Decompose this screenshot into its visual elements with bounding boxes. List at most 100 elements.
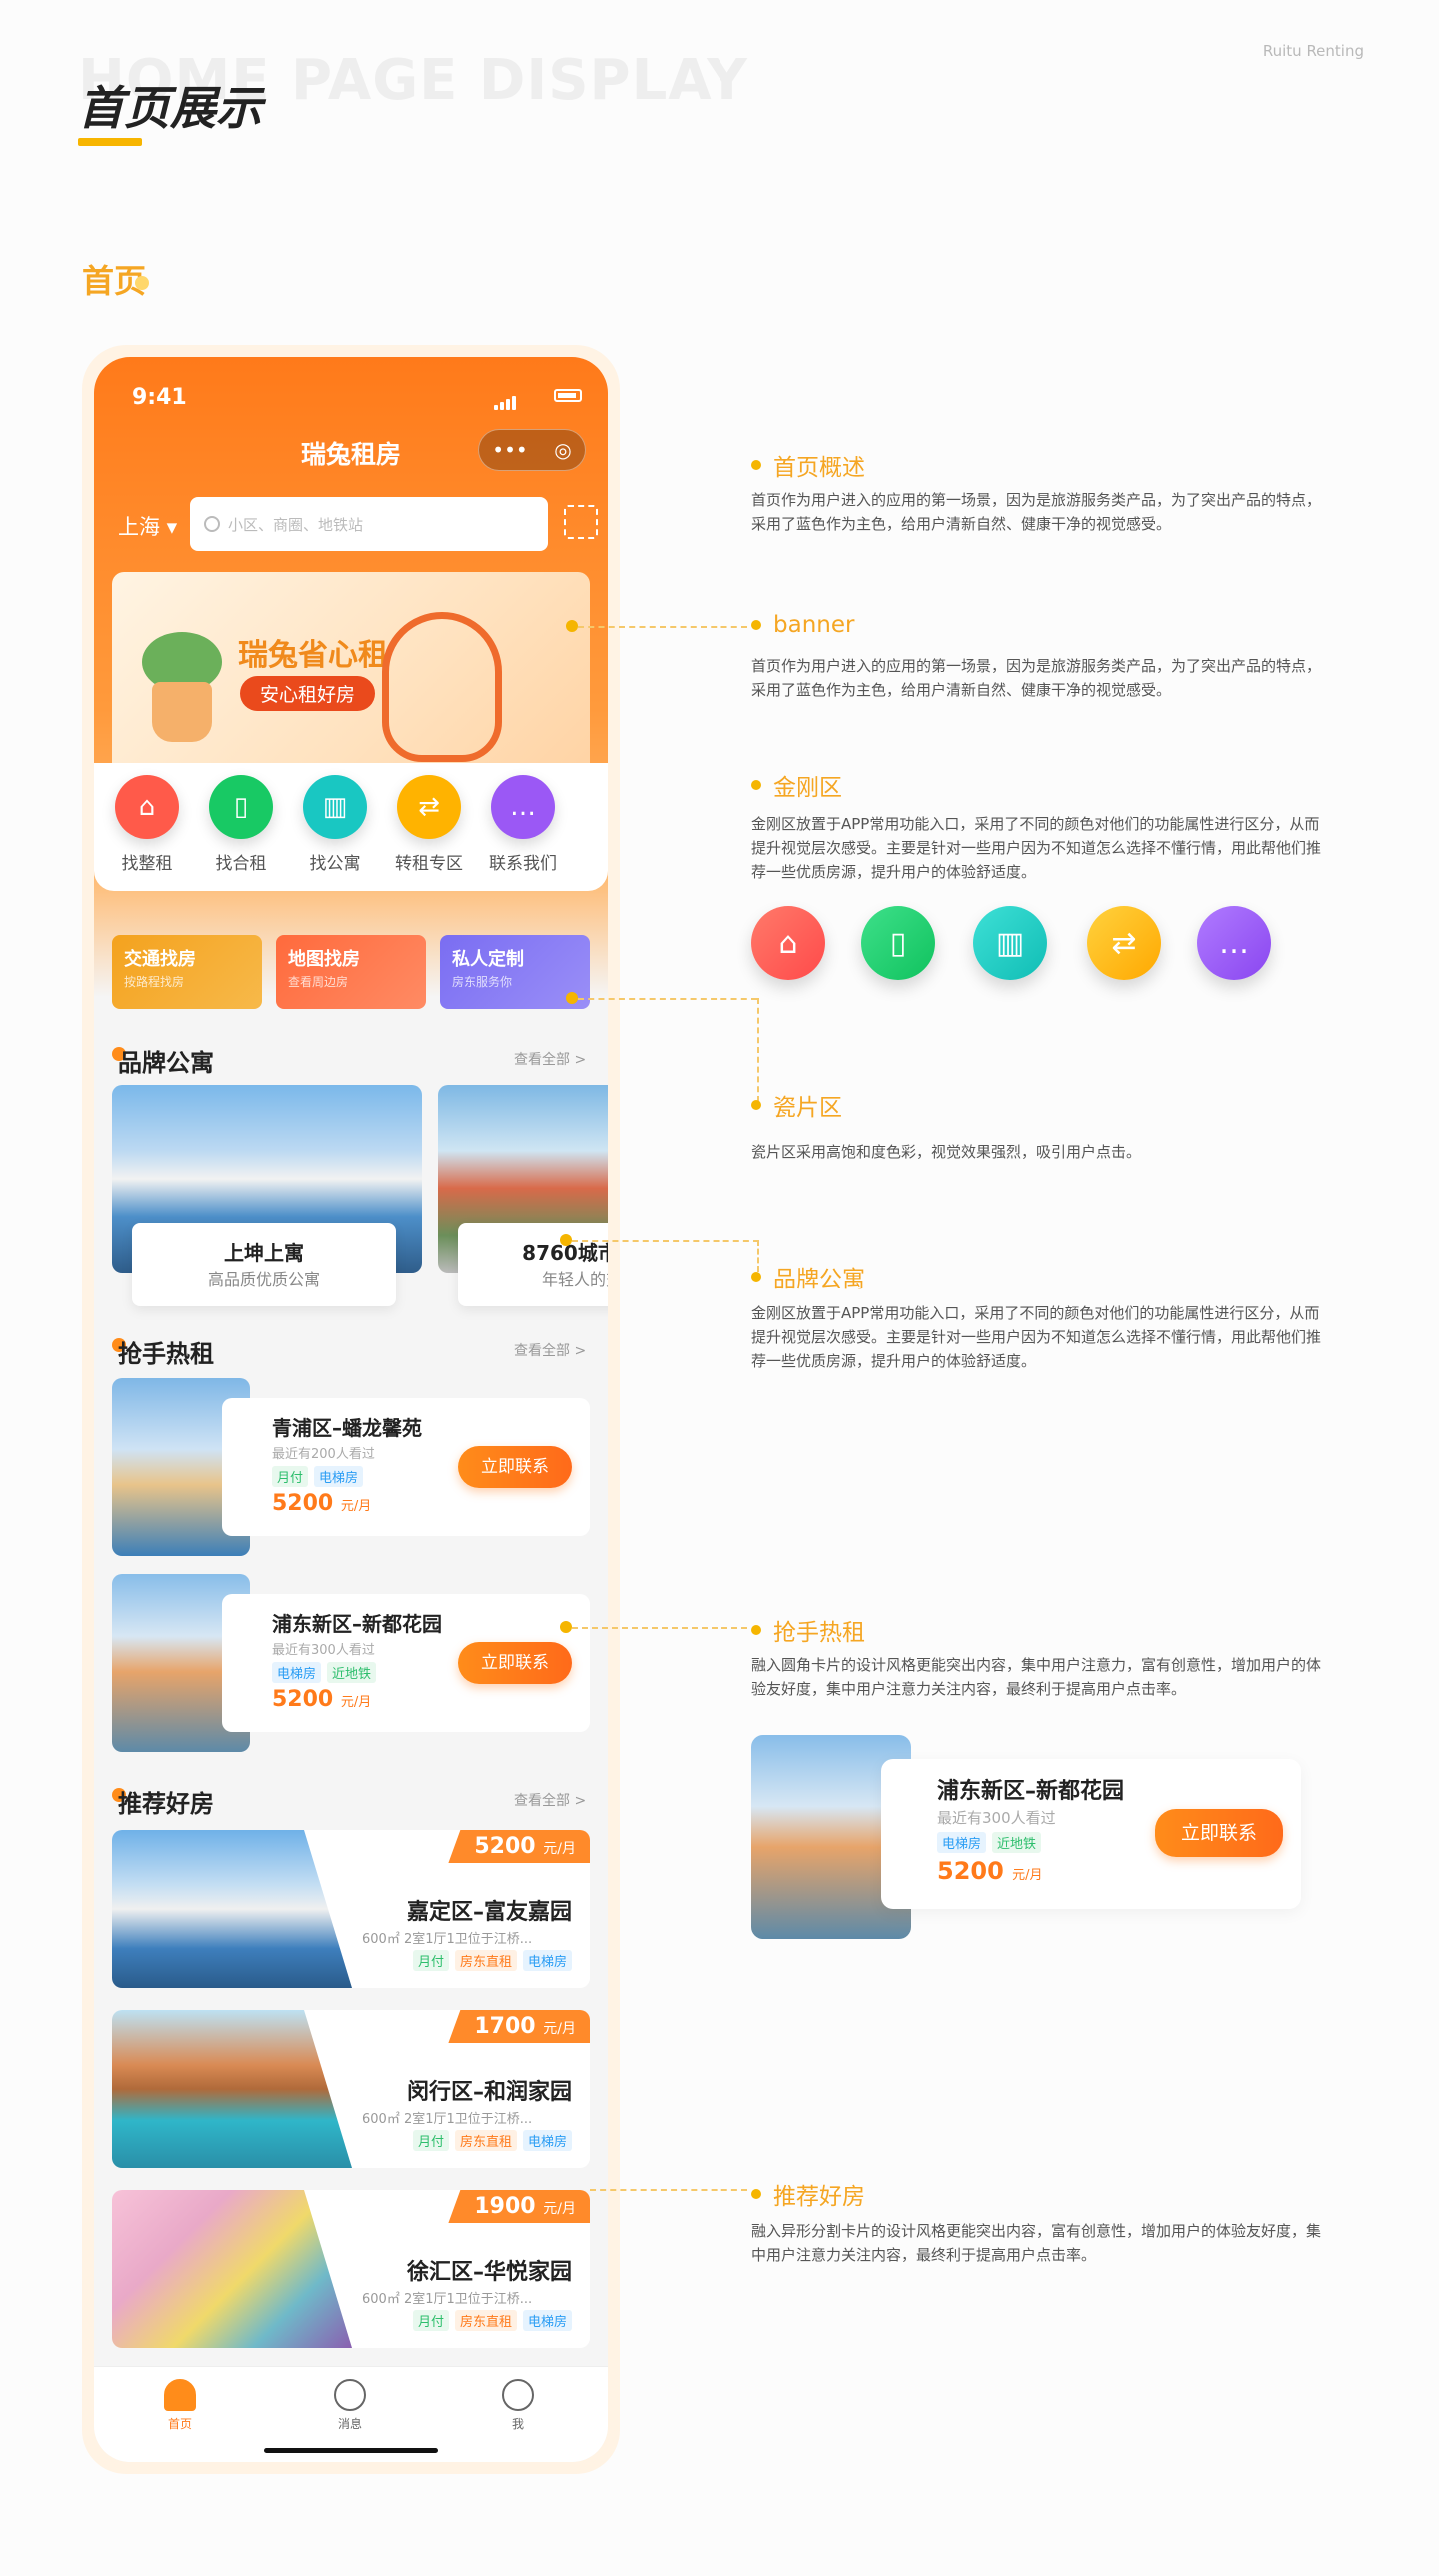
hot-see-all-link[interactable]: 查看全部 > [514,1340,586,1360]
title-underline [78,138,142,146]
annotation-title: 推荐好房 [751,2177,865,2211]
battery-icon [554,389,582,402]
connector-line [572,1240,759,1242]
recommend-card[interactable]: 1700 元/月 闵行区–和润家园 600㎡ 2室1厅1卫位于江桥... 月付房… [112,2010,590,2168]
tab-label: 消息 [337,2417,362,2431]
house-info: 600㎡ 2室1厅1卫位于江桥... [362,2112,533,2127]
quick-entry-apartment[interactable]: ▥ 找公寓 [288,775,382,874]
close-icon[interactable]: ◎ [554,438,571,462]
tile-traffic-search[interactable]: 交通找房 按路程找房 [112,935,262,1009]
tab-label: 首页 [167,2417,192,2431]
page-title: 首页展示 [78,81,262,135]
quick-entry-whole-rent[interactable]: ⌂ 找整租 [100,775,194,874]
quick-entry-contact[interactable]: … 联系我们 [476,775,570,874]
tag: 电梯房 [937,1832,987,1853]
tag: 电梯房 [522,1950,572,1971]
annotation-title: 抢手热租 [751,1613,865,1647]
connector-dot [560,1234,572,1246]
building-icon: ▥ [973,906,1047,980]
tile-title: 私人定制 [452,949,524,970]
connector-line [578,626,747,628]
signal-icon [494,391,518,410]
sample-card-info: 浦东新区–新都花园 最近有300人看过 电梯房 近地铁 5200 元/月 立即联系 [881,1759,1301,1909]
annotation-desc: 首页作为用户进入的应用的第一场景，因为是旅游服务类产品，为了突出产品的特点，采用… [751,657,1322,699]
tab-profile[interactable]: 我 [478,2379,558,2432]
house-info: 600㎡ 2室1厅1卫位于江桥... [362,2292,533,2307]
annotation-desc: 首页作为用户进入的应用的第一场景，因为是旅游服务类产品，为了突出产品的特点，采用… [751,491,1322,533]
annotation-title: 瓷片区 [751,1088,842,1122]
price-unit: 元/月 [340,1695,372,1710]
house-title: 闵行区–和润家园 [406,2080,572,2105]
transfer-icon: ⇄ [1087,906,1161,980]
transfer-icon: ⇄ [397,775,461,839]
price-unit: 元/月 [543,2201,576,2217]
price-unit: 元/月 [543,2021,576,2037]
city-selector[interactable]: 上海 ▾ [118,511,177,541]
house-image [112,2190,352,2348]
profile-tab-icon [502,2379,534,2411]
tile-sub: 房东服务你 [452,975,513,989]
more-icon[interactable]: ••• [492,438,527,462]
house-price: 5200 元/月 [272,1491,590,1516]
connector-dot [566,992,578,1004]
hot-rental-card[interactable]: 青浦区–蟠龙馨苑 最近有200人看过 月付 电梯房 5200 元/月 立即联系 [112,1378,590,1556]
brand-desc: 年轻人的交友 [541,1270,608,1288]
quick-entry-label: 找公寓 [309,854,361,874]
tag: 电梯房 [314,1466,364,1487]
annotation-desc: 瓷片区采用高饱和度色彩，视觉效果强烈，吸引用户点击。 [751,1143,1142,1161]
house-price: 5200 元/月 [937,1857,1301,1885]
brand-see-all-link[interactable]: 查看全部 > [514,1049,586,1069]
brand-card[interactable]: 上坤上寓 高品质优质公寓 [112,1085,422,1306]
contact-button[interactable]: 立即联系 [458,1446,572,1488]
tab-home[interactable]: 首页 [140,2379,220,2432]
brand-desc: 高品质优质公寓 [207,1270,320,1288]
tag: 电梯房 [522,2310,572,2331]
quick-entry-label: 找整租 [121,854,173,874]
search-placeholder: 小区、商圈、地铁站 [228,515,364,534]
price-unit: 元/月 [1012,1868,1043,1883]
house-title: 浦东新区–新都花园 [272,1612,442,1636]
hot-rental-card[interactable]: 浦东新区–新都花园 最近有300人看过 电梯房 近地铁 5200 元/月 立即联系 [112,1574,590,1752]
annotation-desc: 金刚区放置于APP常用功能入口，采用了不同的颜色对他们的功能属性进行区分，从而提… [751,1304,1322,1370]
mini-program-capsule[interactable]: ••• ◎ [478,429,586,471]
hot-section-title: 抢手热租 [118,1340,214,1368]
search-icon [204,516,220,532]
brand-caption: 上坤上寓 高品质优质公寓 [132,1223,396,1306]
banner-title: 瑞兔省心租 [238,638,388,673]
quick-entry-shared-rent[interactable]: ▯ 找合租 [194,775,288,874]
tab-messages[interactable]: 消息 [310,2379,390,2432]
tile-sub: 查看周边房 [288,975,349,989]
scan-icon[interactable] [564,505,598,539]
hot-rental-info: 浦东新区–新都花园 最近有300人看过 电梯房 近地铁 5200 元/月 立即联系 [222,1594,590,1732]
connector-line [590,2189,747,2191]
plant-pot-illustration [152,682,212,742]
home-tab-icon [164,2379,196,2411]
rec-see-all-link[interactable]: 查看全部 > [514,1790,586,1810]
brand-card[interactable]: 8760城市菁英年轻人的交友 [438,1085,608,1306]
search-input[interactable]: 小区、商圈、地铁站 [190,497,548,551]
connector-dot [566,620,578,632]
recommend-card[interactable]: 5200 元/月 嘉定区–富友嘉园 600㎡ 2室1厅1卫位于江桥... 月付房… [112,1830,590,1988]
quick-entry-area: ⌂ 找整租 ▯ 找合租 ▥ 找公寓 ⇄ 转租专区 … 联系我们 [94,763,608,891]
price-unit: 元/月 [340,1499,372,1514]
door-icon: ▯ [209,775,273,839]
sample-hot-card: 浦东新区–新都花园 最近有300人看过 电梯房 近地铁 5200 元/月 立即联系 [751,1735,1301,1939]
price-badge: 5200 元/月 [448,1830,590,1863]
recommend-card[interactable]: 1900 元/月 徐汇区–华悦家园 600㎡ 2室1厅1卫位于江桥... 月付房… [112,2190,590,2348]
quick-entry-label: 找合租 [215,854,267,874]
house-image [112,2010,352,2168]
tile-map-search[interactable]: 地图找房 查看周边房 [276,935,426,1009]
tag: 电梯房 [522,2130,572,2151]
price-value: 5200 [474,1834,536,1859]
contact-button[interactable]: 立即联系 [458,1642,572,1684]
contact-button: 立即联系 [1155,1809,1283,1857]
quick-entry-sublet[interactable]: ⇄ 转租专区 [382,775,476,874]
annotation-title: 首页概述 [751,448,865,482]
message-tab-icon [334,2379,366,2411]
house-title: 浦东新区–新都花园 [937,1779,1125,1804]
home-icon: ⌂ [115,775,179,839]
annotation-desc: 融入异形分割卡片的设计风格更能突出内容，富有创意性，增加用户的体验友好度，集中用… [751,2222,1322,2264]
tag: 月付 [412,1950,449,1971]
banner[interactable]: 瑞兔省心租 安心租好房 [112,572,590,776]
annotation-desc: 金刚区放置于APP常用功能入口，采用了不同的颜色对他们的功能属性进行区分，从而提… [751,815,1322,881]
